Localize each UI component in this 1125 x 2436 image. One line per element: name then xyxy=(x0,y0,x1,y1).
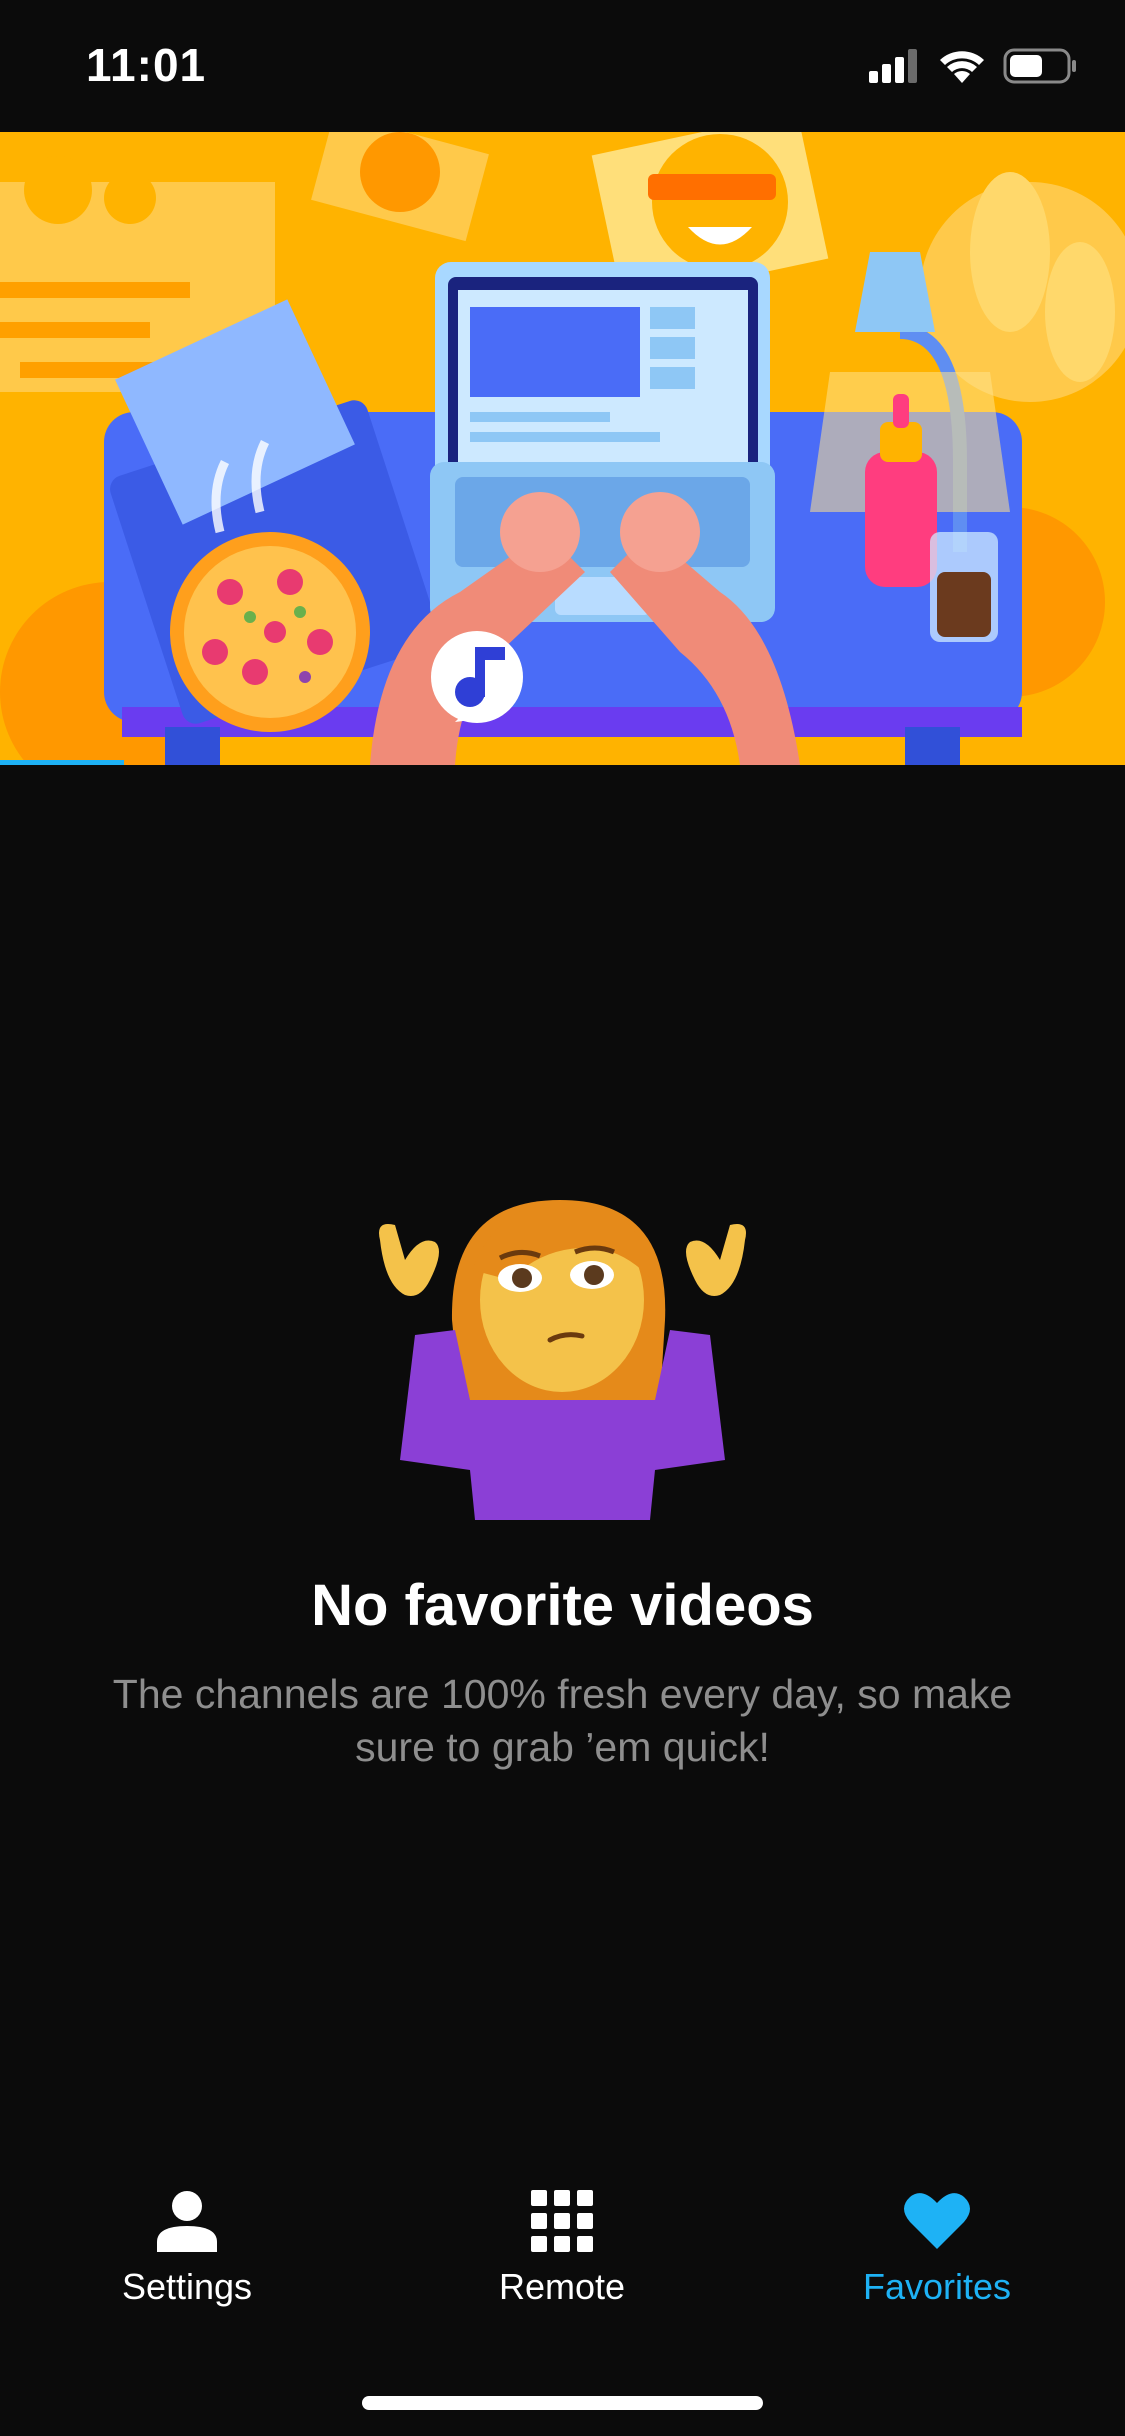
status-bar: 11:01 xyxy=(0,0,1125,132)
empty-state-title: No favorite videos xyxy=(311,1573,814,1638)
grid-icon xyxy=(529,2188,595,2254)
status-icons xyxy=(869,48,1077,84)
person-icon xyxy=(154,2188,220,2254)
battery-icon xyxy=(1003,48,1076,84)
tab-settings-label: Settings xyxy=(121,2266,253,2307)
tab-remote-label: Remote xyxy=(498,2266,626,2307)
hero-illustration[interactable] xyxy=(0,132,1125,765)
wifi-icon xyxy=(940,51,984,83)
empty-state-description: The channels are 100% fresh every day, s… xyxy=(112,1671,1013,1770)
tab-remote[interactable]: Remote xyxy=(422,2188,702,2328)
tab-favorites-label: Favorites xyxy=(862,2266,1012,2307)
hero-progress-bar xyxy=(0,760,124,765)
hero-artwork xyxy=(0,132,1125,765)
heart-icon xyxy=(904,2188,970,2254)
tab-favorites[interactable]: Favorites xyxy=(797,2188,1077,2328)
status-time: 11:01 xyxy=(86,39,207,91)
cellular-signal-icon xyxy=(869,49,917,83)
home-indicator xyxy=(362,2396,763,2410)
tab-settings[interactable]: Settings xyxy=(47,2188,327,2328)
person-shrugging-emoji xyxy=(379,1200,746,1520)
